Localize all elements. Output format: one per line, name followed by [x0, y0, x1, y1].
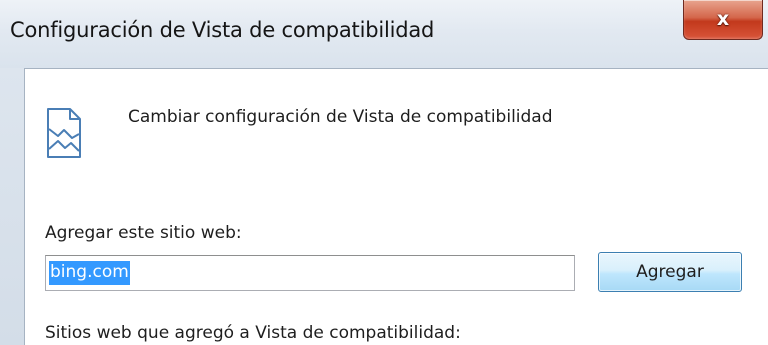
compatibility-view-dialog: Configuración de Vista de compatibilidad… — [0, 0, 768, 345]
window-frame — [0, 68, 24, 345]
website-input[interactable]: bing.com — [45, 255, 575, 291]
compatibility-view-icon — [47, 108, 81, 158]
header-title: Cambiar configuración de Vista de compat… — [128, 107, 553, 127]
add-button[interactable]: Agregar — [598, 252, 742, 292]
close-icon: x — [716, 8, 730, 30]
title-bar[interactable]: Configuración de Vista de compatibilidad… — [0, 0, 768, 68]
add-site-label: Agregar este sitio web: — [45, 223, 242, 243]
dialog-content: Cambiar configuración de Vista de compat… — [24, 68, 768, 345]
close-button[interactable]: x — [683, 0, 763, 40]
added-sites-label: Sitios web que agregó a Vista de compati… — [45, 323, 461, 343]
website-input-value: bing.com — [49, 260, 130, 286]
window-title: Configuración de Vista de compatibilidad — [10, 18, 435, 42]
